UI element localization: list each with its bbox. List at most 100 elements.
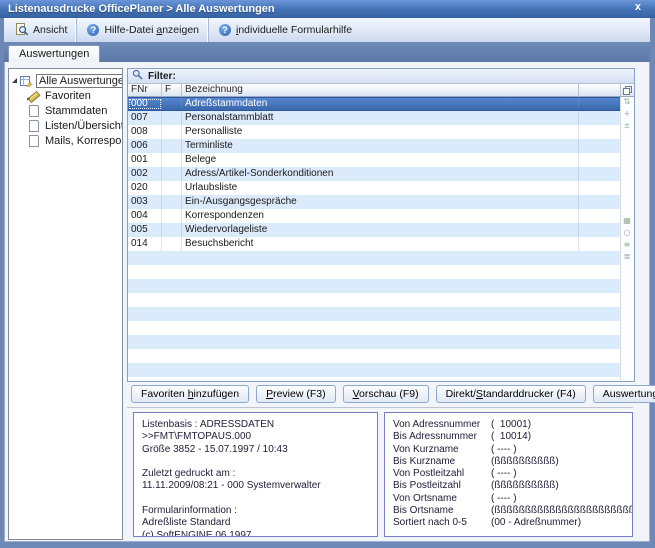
action-button[interactable]: Favoriten hinzufügen (131, 385, 249, 403)
table-row[interactable]: 001 Belege (128, 153, 621, 167)
tree-item[interactable]: Stammdaten (9, 103, 122, 118)
detail-list-icon[interactable]: ≣ (624, 252, 631, 261)
table-row[interactable]: 020 Urlaubsliste (128, 181, 621, 195)
info-line: Listenbasis : ADRESSDATEN (142, 419, 377, 431)
info-row: Von Postleitzahl ( ---- ) (393, 468, 632, 480)
toolbar-button-label: Hilfe-Datei anzeigen (104, 24, 199, 36)
grid-empty-rows (128, 251, 621, 381)
cell-bezeichnung: Adress/Artikel-Sonderkonditionen (182, 167, 579, 181)
cell-fnr: 006 (128, 139, 162, 153)
column-header-empty (579, 84, 621, 97)
info-row-value: (ßßßßßßßßßß) (491, 456, 559, 468)
grid-body: 000 Adreßstammdaten 007 Personalstammbla… (128, 97, 634, 251)
column-header-bezeichnung[interactable]: Bezeichnung (182, 84, 579, 97)
expand-all-icon[interactable]: ± (624, 121, 631, 130)
tree-item-icon (27, 135, 40, 147)
section-divider (127, 407, 633, 411)
info-line: (c) SoftENGINE 06.1997 (142, 530, 377, 537)
info-line: 11.11.2009/08:21 - 000 Systemverwalter (142, 480, 377, 492)
column-header-fnr[interactable]: FNr (128, 84, 162, 97)
cell-f (162, 98, 182, 110)
info-row-label: Sortiert nach 0-5 (393, 517, 491, 529)
info-row-value: (ßßßßßßßßßß) (491, 480, 559, 492)
table-row[interactable]: 014 Besuchsbericht (128, 237, 621, 251)
tree-expander-icon[interactable] (12, 78, 17, 83)
tree-item-alle-auswertungen[interactable]: Alle Auswertungen (9, 73, 122, 88)
sort-icon[interactable]: ⇅ (624, 97, 631, 106)
info-row-value: ( ---- ) (491, 468, 517, 480)
info-row: Bis Postleitzahl (ßßßßßßßßßß) (393, 480, 632, 492)
action-button[interactable]: Preview (F3) (256, 385, 336, 403)
side-toolbar-top: ⇅ + ± (624, 97, 631, 130)
table-row[interactable]: 007 Personalstammblatt (128, 111, 621, 125)
info-row-value: ( ---- ) (491, 444, 517, 456)
action-button-row: Favoriten hinzufügen Preview (F3) Vorsch… (131, 385, 655, 403)
table-row[interactable]: 002 Adress/Artikel-Sonderkonditionen (128, 167, 621, 181)
toolbar-button[interactable]: Ansicht (6, 18, 76, 42)
search-icon[interactable]: ○ (624, 228, 631, 237)
info-row-label: Von Ortsname (393, 493, 491, 505)
search-icon (132, 67, 143, 85)
cell-f (162, 139, 182, 153)
table-row[interactable]: 008 Personalliste (128, 125, 621, 139)
action-button[interactable]: Auswertung drucken (593, 385, 655, 403)
table-row[interactable]: 005 Wiedervorlageliste (128, 223, 621, 237)
cell-fnr: 004 (128, 209, 162, 223)
grid-icon[interactable]: ▦ (623, 216, 631, 225)
table-row[interactable]: 000 Adreßstammdaten (128, 97, 621, 111)
tab-strip: Auswertungen (4, 42, 650, 62)
cell-empty (579, 237, 621, 251)
tree-item[interactable]: Listen/Übersichten (9, 118, 122, 133)
tree-children: Favoriten Stammdaten Listen/Übersichten … (9, 88, 122, 148)
cell-bezeichnung: Ein-/Ausgangsgespräche (182, 195, 579, 209)
tree-item[interactable]: Mails, Korrespondenzen (9, 133, 122, 148)
filter-bar[interactable]: Filter: (128, 69, 634, 84)
toolbar: Ansicht Hilfe-Datei anzeigen individuell… (4, 18, 650, 43)
info-row: Von Ortsname ( ---- ) (393, 493, 632, 505)
table-row[interactable]: 003 Ein-/Ausgangsgespräche (128, 195, 621, 209)
grid-header: FNr F Bezeichnung (128, 84, 634, 97)
cell-f (162, 195, 182, 209)
cell-fnr: 020 (128, 181, 162, 195)
grid-panel: Filter: FNr F Bezeichnung 000 Adreßstamm… (127, 68, 635, 382)
info-line: Größe 3852 - 15.07.1997 / 10:43 (142, 444, 377, 456)
cell-f (162, 209, 182, 223)
toolbar-button[interactable]: individuelle Formularhilfe (208, 18, 361, 42)
cell-bezeichnung: Personalstammblatt (182, 111, 579, 125)
tree-item[interactable]: Favoriten (9, 88, 122, 103)
info-row-value: ( 10001) (491, 419, 531, 431)
range-info-panel: Von Adressnummer ( 10001) Bis Adressnumm… (384, 412, 633, 537)
tree-item-icon (27, 105, 40, 117)
info-row-label: Bis Kurzname (393, 456, 491, 468)
info-line: Adreßliste Standard (142, 517, 377, 529)
info-row: Bis Adressnummer ( 10014) (393, 431, 632, 443)
info-row: Bis Ortsname (ßßßßßßßßßßßßßßßßßßßßßßßßßß… (393, 505, 632, 517)
action-button[interactable]: Direkt/Standarddrucker (F4) (436, 385, 586, 403)
table-row[interactable]: 004 Korrespondenzen (128, 209, 621, 223)
list-icon[interactable]: ≡ (624, 240, 631, 249)
info-line: >>FMT\FMTOPAUS.000 (142, 431, 377, 443)
column-chooser-icon[interactable] (621, 84, 634, 97)
tab-auswertungen[interactable]: Auswertungen (8, 45, 100, 62)
info-row-label: Von Postleitzahl (393, 468, 491, 480)
info-row: Von Adressnummer ( 10001) (393, 419, 632, 431)
grid-side-toolbar: ⇅ + ± ▦ ○ ≡ ≣ (620, 97, 633, 380)
tree-item-label: Listen/Übersichten (43, 120, 123, 132)
cell-empty (579, 167, 621, 181)
add-icon[interactable]: + (624, 109, 631, 118)
filter-label: Filter: (148, 71, 176, 82)
tree-item-label: Alle Auswertungen (36, 74, 123, 88)
column-header-f[interactable]: F (162, 84, 182, 97)
table-row[interactable]: 006 Terminliste (128, 139, 621, 153)
form-info-panel: Listenbasis : ADRESSDATEN >>FMT\FMTOPAUS… (133, 412, 378, 537)
cell-f (162, 125, 182, 139)
close-button[interactable]: x (631, 1, 645, 13)
toolbar-button[interactable]: Hilfe-Datei anzeigen (76, 18, 208, 42)
cell-bezeichnung: Adreßstammdaten (182, 98, 579, 110)
cell-bezeichnung: Besuchsbericht (182, 237, 579, 251)
action-button[interactable]: Vorschau (F9) (343, 385, 429, 403)
titlebar: Listenausdrucke OfficePlaner > Alle Ausw… (0, 0, 655, 18)
info-row-label: Bis Adressnummer (393, 431, 491, 443)
tree-item-label: Stammdaten (43, 105, 109, 117)
cell-fnr: 005 (128, 223, 162, 237)
